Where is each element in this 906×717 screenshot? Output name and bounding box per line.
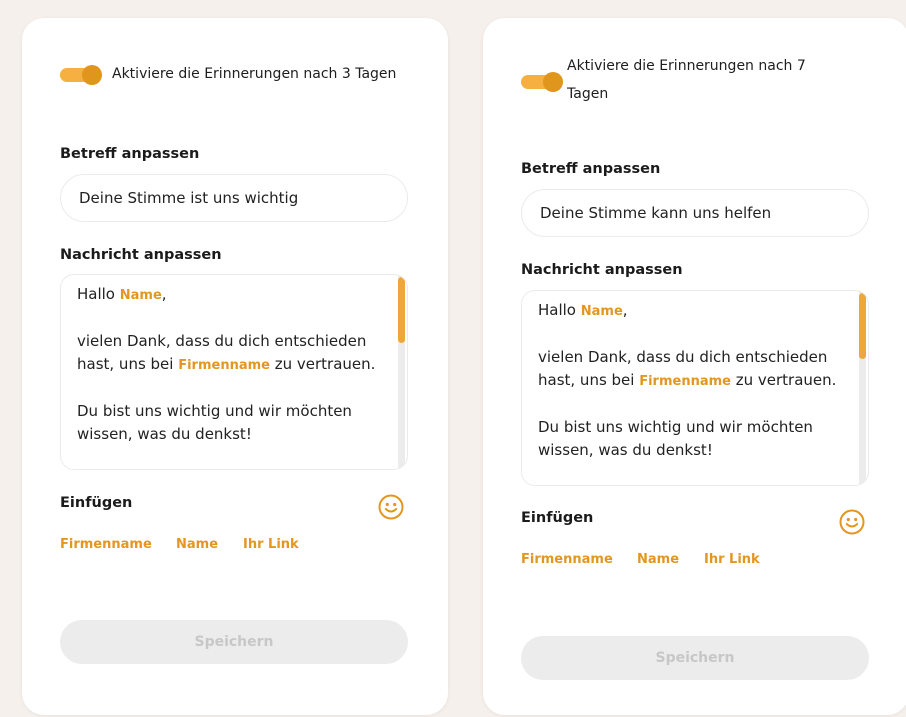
message-line: Du bist uns wichtig und wir möchten wiss… (77, 402, 352, 443)
message-label: Nachricht anpassen (60, 247, 222, 263)
subject-label: Betreff anpassen (60, 146, 200, 162)
company-placeholder-tag: Firmenname (639, 374, 731, 389)
toggle-label: Aktiviere die Erinnerungen nach 7 Tagen (567, 52, 806, 108)
save-button[interactable]: Speichern (521, 636, 869, 680)
greeting-punctuation: , (622, 301, 628, 319)
toggle-label-line: Tagen (567, 86, 609, 102)
subject-input[interactable]: Deine Stimme ist uns wichtig (60, 174, 408, 222)
insert-company-name-link[interactable]: Firmenname (60, 537, 152, 552)
reminder-toggle[interactable] (521, 72, 563, 92)
scrollbar-thumb[interactable] (859, 293, 866, 359)
subject-label: Betreff anpassen (521, 161, 661, 177)
insert-link-link[interactable]: Ihr Link (704, 552, 760, 567)
scrollbar-thumb[interactable] (398, 277, 405, 343)
message-label: Nachricht anpassen (521, 262, 683, 278)
toggle-knob (543, 72, 563, 92)
message-scrollbar[interactable] (398, 275, 405, 469)
reminder-card-3-days: Aktiviere die Erinnerungen nach 3 Tagen … (22, 18, 448, 715)
smiley-icon[interactable] (378, 494, 404, 520)
reminder-card-7-days: Aktiviere die Erinnerungen nach 7 Tagen … (483, 18, 906, 715)
insert-company-name-link[interactable]: Firmenname (521, 552, 613, 567)
save-button[interactable]: Speichern (60, 620, 408, 664)
toggle-label: Aktiviere die Erinnerungen nach 3 Tagen (112, 66, 397, 82)
subject-input[interactable]: Deine Stimme kann uns helfen (521, 189, 869, 237)
company-placeholder-tag: Firmenname (178, 358, 270, 373)
name-placeholder-tag: Name (580, 304, 623, 319)
insert-label: Einfügen (521, 510, 594, 526)
greeting-text: Hallo (538, 301, 581, 319)
message-text: Hallo Name, vielen Dank, dass du dich en… (538, 299, 846, 485)
message-textarea[interactable]: Hallo Name, vielen Dank, dass du dich en… (521, 290, 869, 486)
message-scrollbar[interactable] (859, 291, 866, 485)
name-placeholder-tag: Name (119, 288, 162, 303)
message-textarea[interactable]: Hallo Name, vielen Dank, dass du dich en… (60, 274, 408, 470)
greeting-punctuation: , (161, 285, 167, 303)
insert-name-link[interactable]: Name (176, 537, 218, 552)
toggle-label-line: Aktiviere die Erinnerungen nach 7 (567, 58, 806, 74)
message-line: Du bist uns wichtig und wir möchten wiss… (538, 418, 813, 459)
toggle-knob (82, 65, 102, 85)
smiley-icon[interactable] (839, 509, 865, 535)
insert-name-link[interactable]: Name (637, 552, 679, 567)
greeting-text: Hallo (77, 285, 120, 303)
message-line: zu vertrauen. (730, 371, 837, 389)
message-text: Hallo Name, vielen Dank, dass du dich en… (77, 283, 385, 469)
message-line: zu vertrauen. (269, 355, 376, 373)
reminder-toggle[interactable] (60, 65, 102, 85)
insert-label: Einfügen (60, 495, 133, 511)
insert-link-link[interactable]: Ihr Link (243, 537, 299, 552)
